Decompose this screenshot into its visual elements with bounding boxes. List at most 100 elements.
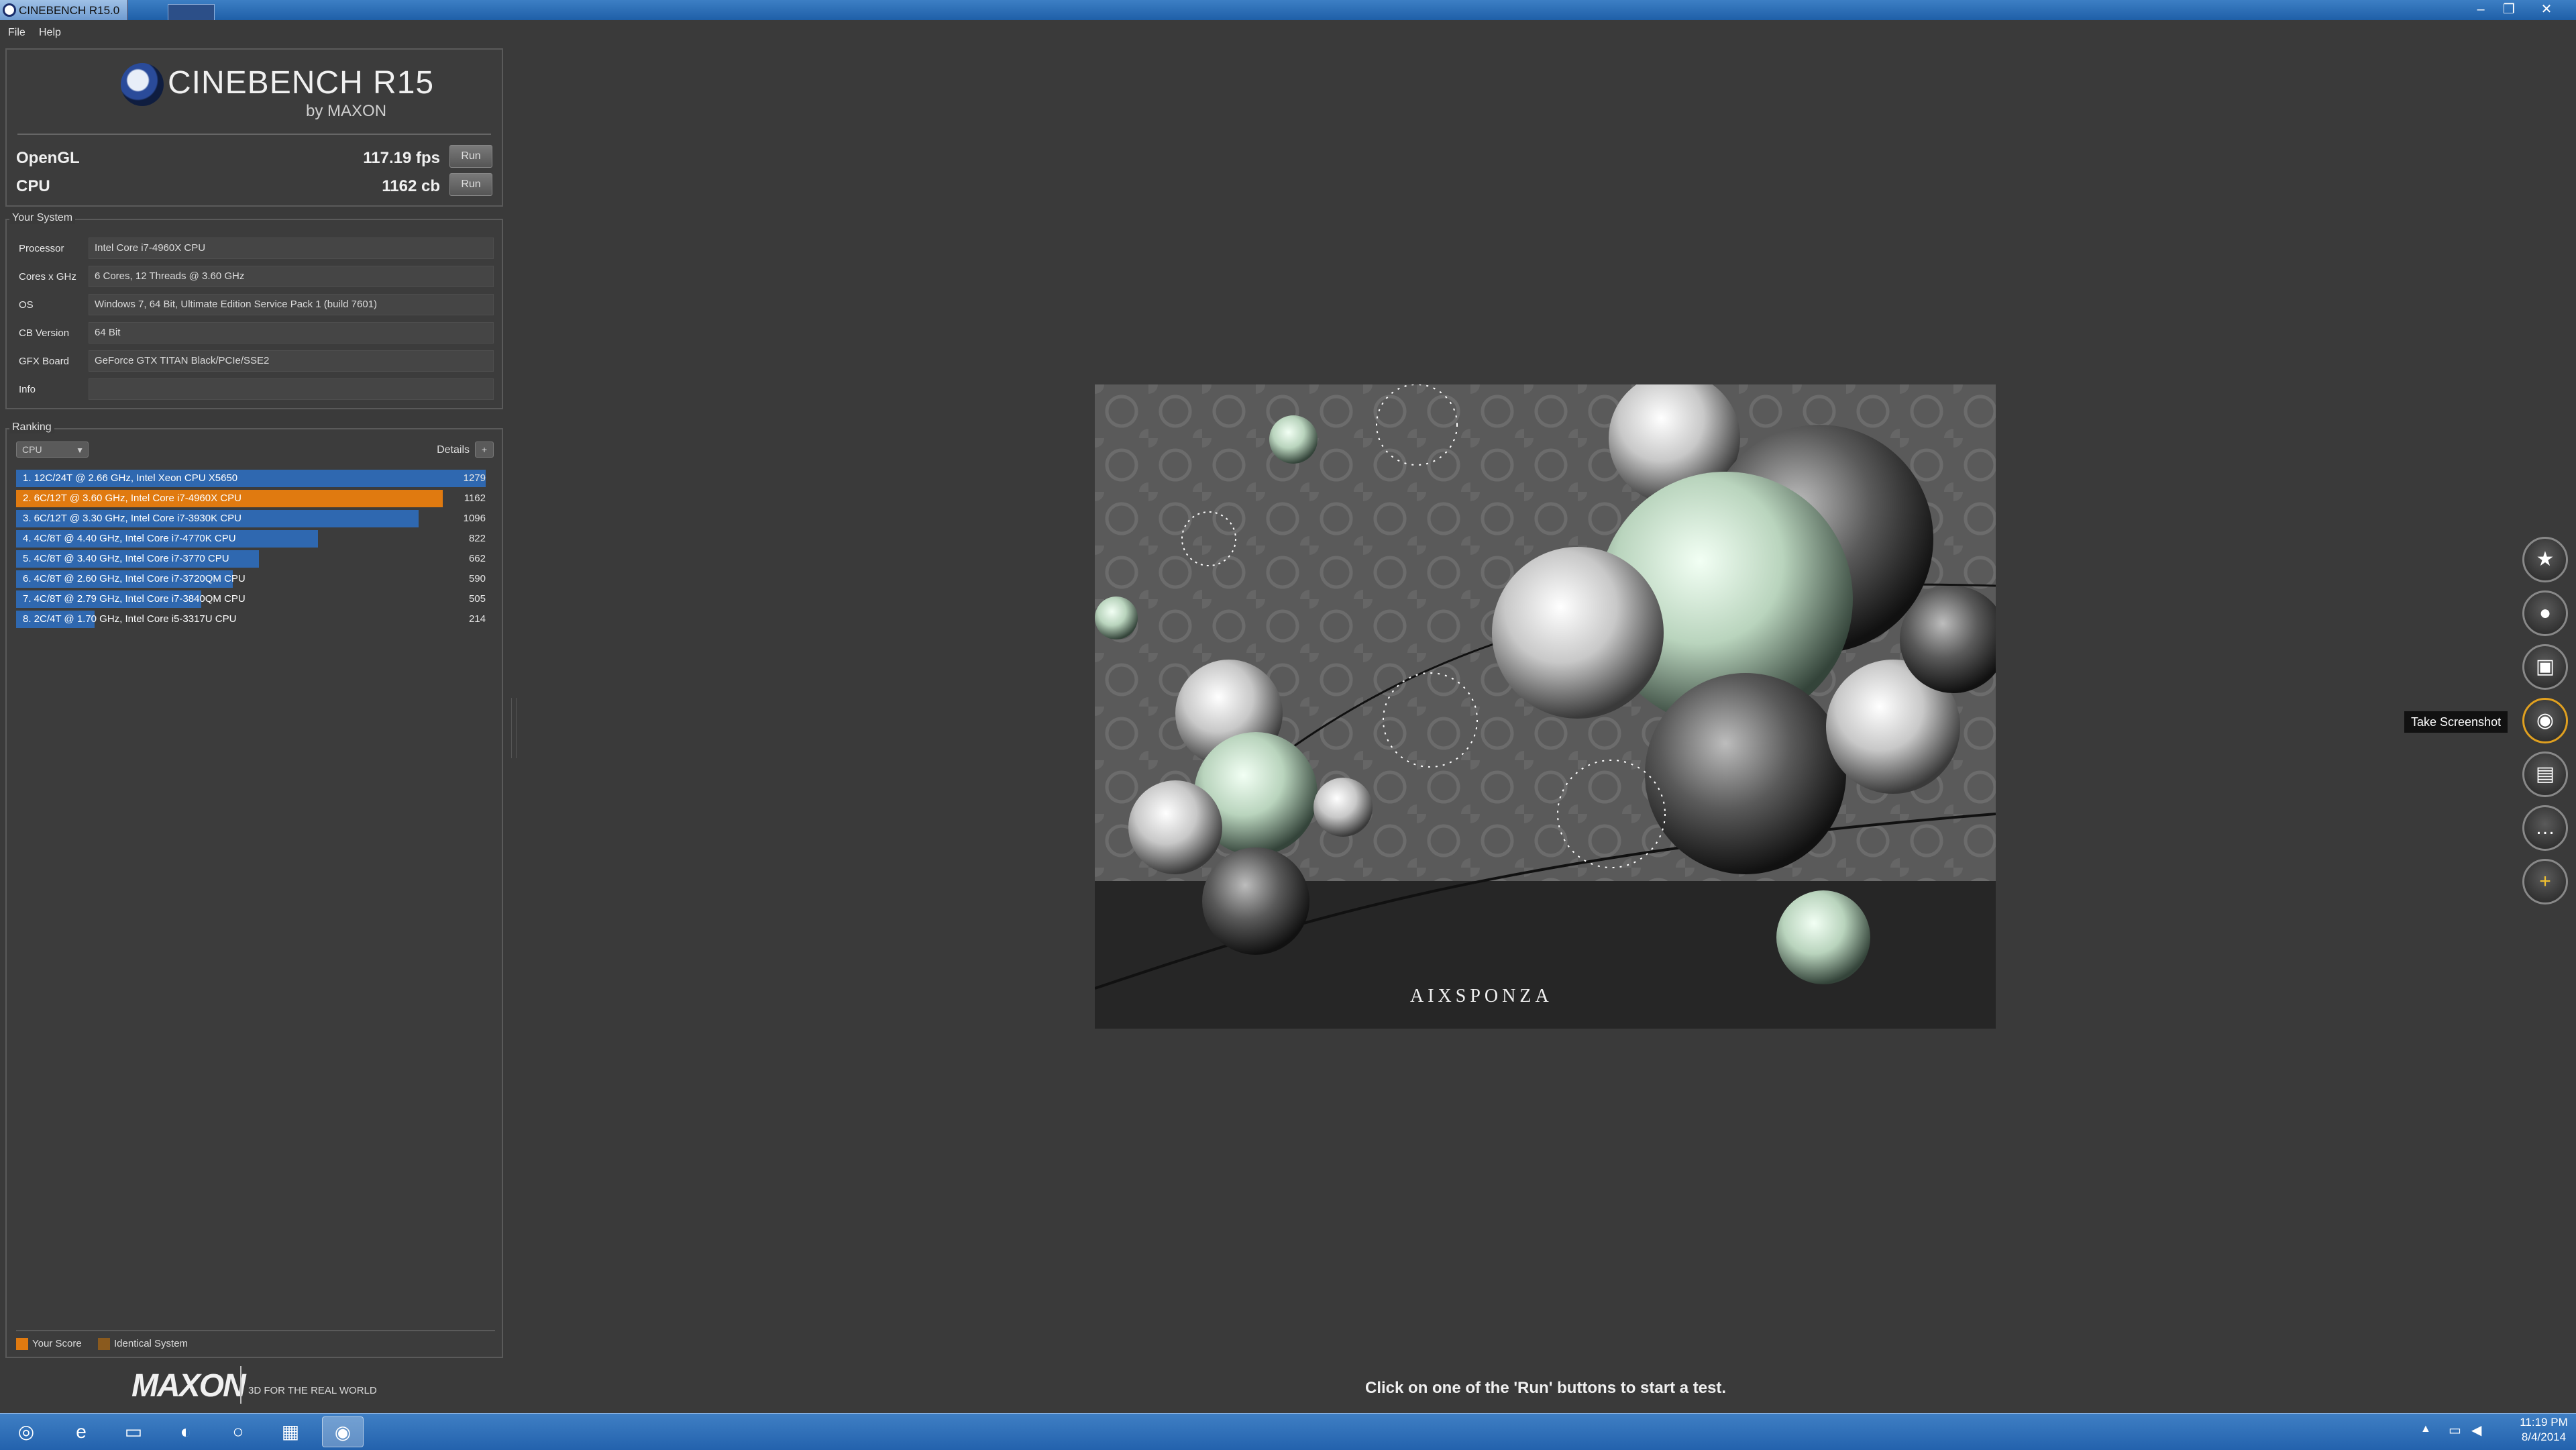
volume-icon[interactable]: ◀ bbox=[2471, 1422, 2481, 1439]
system-label: OS bbox=[19, 299, 34, 311]
clock-time[interactable]: 11:19 PM bbox=[2517, 1416, 2571, 1429]
cinebench-app-icon bbox=[3, 3, 16, 17]
system-label: Cores x GHz bbox=[19, 271, 76, 282]
identical-system-legend: Identical System bbox=[114, 1338, 189, 1349]
window-title: CINEBENCH R15.0 bbox=[19, 4, 120, 17]
logo-subtitle: by MAXON bbox=[306, 102, 387, 120]
cinebench-logo-icon bbox=[121, 63, 164, 106]
system-row-os: OS Windows 7, 64 Bit, Ultimate Edition S… bbox=[12, 294, 494, 317]
ranking-title: Ranking bbox=[9, 421, 54, 433]
restore-button[interactable]: ❐ bbox=[2497, 1, 2521, 17]
ranking-label: 8. 2C/4T @ 1.70 GHz, Intel Core i5-3317U… bbox=[23, 613, 237, 625]
cpu-label: CPU bbox=[16, 177, 50, 195]
system-value: Windows 7, 64 Bit, Ultimate Edition Serv… bbox=[89, 294, 494, 315]
details-label: Details bbox=[437, 444, 470, 456]
maxon-logo: MAXON bbox=[131, 1368, 246, 1404]
system-label: CB Version bbox=[19, 327, 70, 339]
status-message: Click on one of the 'Run' buttons to sta… bbox=[1365, 1379, 1727, 1397]
minimize-button[interactable]: – bbox=[2469, 1, 2493, 17]
show-hidden-icons-icon[interactable]: ▲ bbox=[2420, 1423, 2431, 1435]
stream-icon[interactable]: ▤ bbox=[2522, 752, 2568, 797]
network-icon[interactable]: ▭ bbox=[2449, 1422, 2461, 1439]
plus-icon[interactable]: + bbox=[2522, 859, 2568, 904]
ranking-row[interactable]: 3. 6C/12T @ 3.30 GHz, Intel Core i7-3930… bbox=[16, 510, 495, 527]
paint-icon[interactable]: ▦ bbox=[270, 1416, 311, 1447]
camera-icon[interactable]: ◉ bbox=[2522, 698, 2568, 743]
ranking-select-value: CPU bbox=[22, 444, 42, 455]
ranking-score: 1279 bbox=[463, 472, 486, 484]
system-title: Your System bbox=[9, 212, 76, 224]
opengl-row: OpenGL 117.19 fps Run bbox=[16, 145, 492, 169]
ranking-label: 7. 4C/8T @ 2.79 GHz, Intel Core i7-3840Q… bbox=[23, 593, 246, 605]
ranking-label: 6. 4C/8T @ 2.60 GHz, Intel Core i7-3720Q… bbox=[23, 573, 246, 584]
info-field[interactable] bbox=[89, 378, 494, 400]
ranking-label: 2. 6C/12T @ 3.60 GHz, Intel Core i7-4960… bbox=[23, 493, 241, 504]
twitch-icon[interactable]: ▣ bbox=[2522, 644, 2568, 690]
ranking-row[interactable]: 4. 4C/8T @ 4.40 GHz, Intel Core i7-4770K… bbox=[16, 530, 495, 548]
ranking-score: 1096 bbox=[463, 513, 486, 524]
cpu-run-button[interactable]: Run bbox=[449, 173, 492, 196]
benchmark-panel: CINEBENCH R15 by MAXON OpenGL 117.19 fps… bbox=[5, 48, 503, 207]
system-value: Intel Core i7-4960X CPU bbox=[89, 238, 494, 259]
ranking-row[interactable]: 1. 12C/24T @ 2.66 GHz, Intel Xeon CPU X5… bbox=[16, 470, 495, 487]
system-row-cores: Cores x GHz 6 Cores, 12 Threads @ 3.60 G… bbox=[12, 266, 494, 289]
maxon-divider bbox=[240, 1366, 241, 1404]
user-icon[interactable]: ● bbox=[2522, 590, 2568, 636]
steam-icon[interactable]: ○ bbox=[217, 1416, 259, 1447]
details-button[interactable]: + bbox=[475, 442, 494, 458]
ranking-score: 214 bbox=[468, 613, 486, 625]
cpu-score: 1162 cb bbox=[382, 177, 440, 195]
close-button[interactable]: ✕ bbox=[2534, 1, 2559, 17]
chat-icon[interactable]: … bbox=[2522, 805, 2568, 851]
cinebench-icon[interactable]: ◉ bbox=[322, 1416, 364, 1447]
logo-divider bbox=[17, 134, 491, 135]
opengl-run-button[interactable]: Run bbox=[449, 145, 492, 168]
window-title-tab[interactable]: CINEBENCH R15.0 bbox=[0, 0, 128, 20]
system-label: GFX Board bbox=[19, 356, 70, 367]
system-value: GeForce GTX TITAN Black/PCIe/SSE2 bbox=[89, 350, 494, 372]
system-label: Processor bbox=[19, 243, 64, 254]
system-value: 64 Bit bbox=[89, 322, 494, 344]
tooltip: Take Screenshot bbox=[2404, 711, 2508, 733]
cpu-row: CPU 1162 cb Run bbox=[16, 173, 492, 197]
ranking-label: 5. 4C/8T @ 3.40 GHz, Intel Core i7-3770 … bbox=[23, 553, 229, 564]
menu-bar: File Help bbox=[0, 20, 2576, 44]
start-orb-icon[interactable]: ◎ bbox=[5, 1416, 47, 1447]
taskbar: ◎ e ▭ ◐ ○ ▦ ◉ ▲ ▭ ◀ bbox=[0, 1413, 2576, 1450]
ranking-score: 662 bbox=[468, 553, 486, 564]
ranking-label: 4. 4C/8T @ 4.40 GHz, Intel Core i7-4770K… bbox=[23, 533, 236, 544]
title-bar: CINEBENCH R15.0 – ❐ ✕ bbox=[0, 0, 2576, 21]
ranking-row[interactable]: 5. 4C/8T @ 3.40 GHz, Intel Core i7-3770 … bbox=[16, 550, 495, 568]
explorer-folder-icon[interactable]: ▭ bbox=[113, 1416, 154, 1447]
ranking-legend: Your Score Identical System bbox=[16, 1330, 495, 1351]
render-scene bbox=[1095, 384, 1996, 1029]
panel-splitter[interactable] bbox=[511, 698, 517, 758]
menu-help[interactable]: Help bbox=[39, 27, 61, 39]
system-row-cb-version: CB Version 64 Bit bbox=[12, 322, 494, 345]
ranking-label: 3. 6C/12T @ 3.30 GHz, Intel Core i7-3930… bbox=[23, 513, 241, 524]
ranking-label: 1. 12C/24T @ 2.66 GHz, Intel Xeon CPU X5… bbox=[23, 472, 238, 484]
menu-file[interactable]: File bbox=[8, 27, 25, 39]
logo-title: CINEBENCH R15 bbox=[168, 65, 435, 101]
firefox-icon[interactable]: ◐ bbox=[165, 1416, 207, 1447]
badge-icon[interactable]: ★ bbox=[2522, 537, 2568, 582]
ranking-score: 822 bbox=[468, 533, 486, 544]
ranking-type-select[interactable]: CPU ▼ bbox=[16, 442, 89, 458]
ranking-row[interactable]: 7. 4C/8T @ 2.79 GHz, Intel Core i7-3840Q… bbox=[16, 590, 495, 608]
system-value: 6 Cores, 12 Threads @ 3.60 GHz bbox=[89, 266, 494, 287]
system-label: Info bbox=[19, 384, 36, 395]
system-row-info: Info bbox=[12, 378, 494, 401]
internet-explorer-icon[interactable]: e bbox=[60, 1416, 102, 1447]
opengl-label: OpenGL bbox=[16, 149, 80, 167]
render-watermark: AIXSPONZA bbox=[1410, 986, 1553, 1006]
system-panel: Your System Processor Intel Core i7-4960… bbox=[5, 212, 503, 409]
ranking-row[interactable]: 8. 2C/4T @ 1.70 GHz, Intel Core i5-3317U… bbox=[16, 611, 495, 628]
chevron-down-icon: ▼ bbox=[76, 446, 84, 455]
clock-date[interactable]: 8/4/2014 bbox=[2517, 1431, 2571, 1444]
ranking-row[interactable]: 6. 4C/8T @ 2.60 GHz, Intel Core i7-3720Q… bbox=[16, 570, 495, 588]
ranking-row[interactable]: 2. 6C/12T @ 3.60 GHz, Intel Core i7-4960… bbox=[16, 490, 495, 507]
secondary-window-tab[interactable] bbox=[168, 4, 215, 21]
render-preview: AIXSPONZA bbox=[1095, 384, 1996, 1029]
identical-system-swatch bbox=[98, 1338, 110, 1350]
ranking-score: 590 bbox=[468, 573, 486, 584]
